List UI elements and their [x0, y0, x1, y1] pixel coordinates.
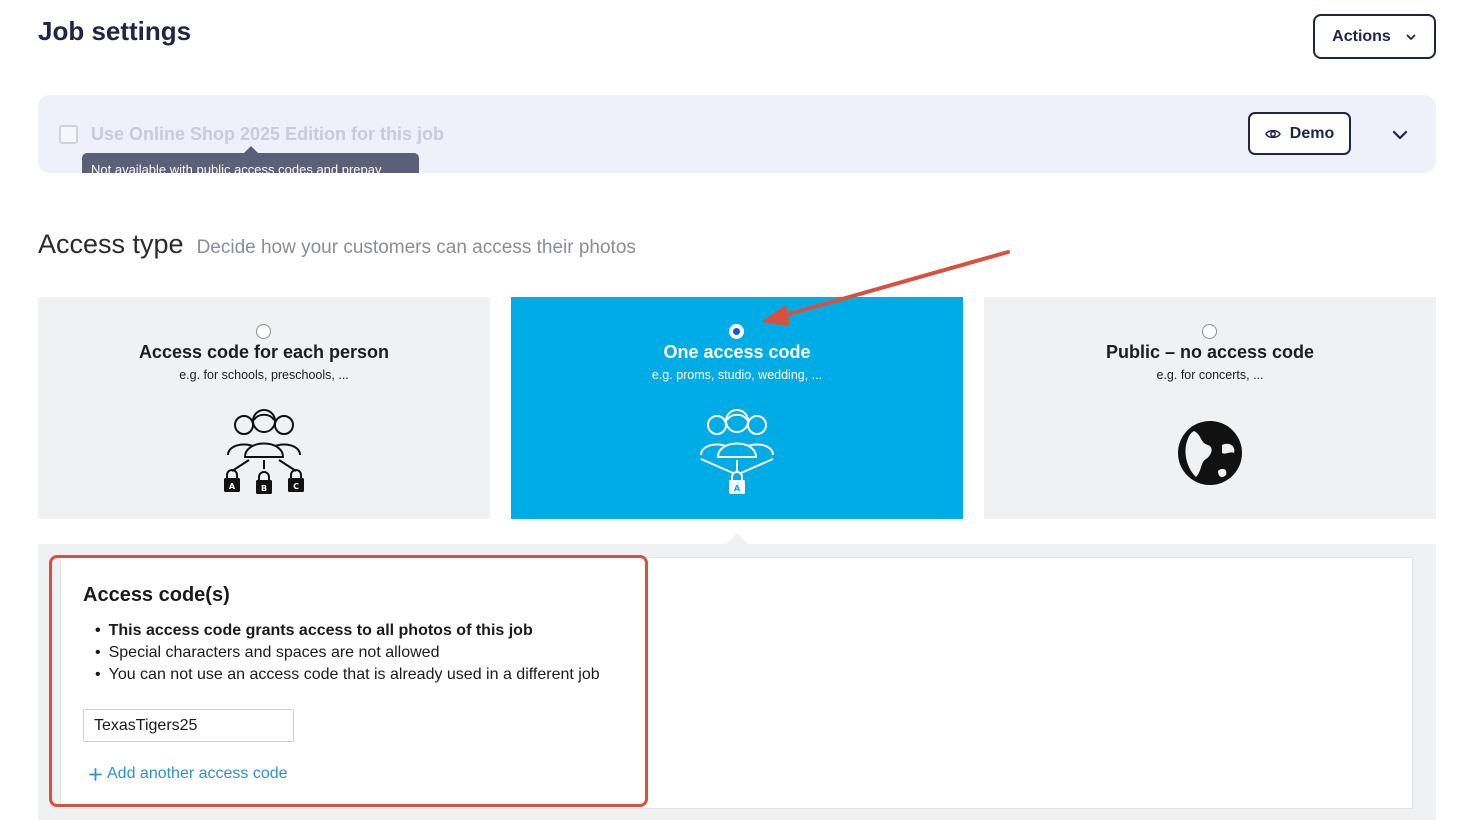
chevron-down-icon [1406, 34, 1416, 40]
chevron-down-icon [1392, 130, 1408, 140]
svg-text:A: A [734, 484, 741, 493]
radio-per-person[interactable] [256, 324, 271, 339]
plus-icon [89, 767, 102, 781]
add-access-code-link[interactable]: Add another access code [89, 765, 288, 783]
access-option-per-person[interactable]: Access code for each person e.g. for sch… [38, 297, 490, 519]
globe-icon [1178, 421, 1242, 485]
access-codes-title: Access code(s) [83, 584, 230, 606]
rule-item: This access code grants access to all ph… [95, 620, 600, 642]
svg-text:A: A [229, 482, 236, 491]
access-type-subtitle: Decide how your customers can access the… [196, 237, 636, 258]
online-shop-banner: Use Online Shop 2025 Edition for this jo… [38, 95, 1436, 173]
option-subtitle: e.g. proms, studio, wedding, ... [651, 368, 823, 382]
access-type-title: Access type [38, 229, 184, 259]
option-subtitle: e.g. for concerts, ... [1156, 368, 1264, 382]
actions-button[interactable]: Actions [1313, 14, 1436, 59]
group-single-lock-icon: A [700, 409, 774, 494]
access-option-one-code[interactable]: One access code e.g. proms, studio, wedd… [511, 297, 963, 519]
page-title: Job settings [38, 16, 192, 46]
option-title: Public – no access code [1105, 342, 1315, 362]
radio-one-code[interactable] [729, 324, 744, 339]
online-shop-label: Use Online Shop 2025 Edition for this jo… [91, 124, 445, 144]
access-code-rules: This access code grants access to all ph… [95, 620, 600, 686]
eye-icon [1264, 129, 1281, 138]
radio-public[interactable] [1202, 324, 1217, 339]
demo-label: Demo [1289, 124, 1335, 142]
option-title: One access code [663, 342, 811, 362]
svg-text:B: B [261, 484, 267, 493]
rule-item: You can not use an access code that is a… [95, 664, 600, 686]
disabled-tooltip: Not available with public access codes a… [82, 153, 419, 173]
access-code-input[interactable] [83, 709, 294, 742]
option-title: Access code for each person [138, 342, 390, 362]
group-individual-locks-icon: A B C [224, 409, 304, 494]
page-header: Job settings Actions [0, 0, 1471, 80]
access-type-heading: Access type Decide how your customers ca… [38, 229, 636, 260]
add-access-code-label: Add another access code [107, 765, 288, 782]
online-shop-checkbox[interactable] [59, 125, 78, 144]
demo-button[interactable]: Demo [1248, 112, 1351, 155]
selected-card-pointer [726, 533, 748, 544]
svg-text:C: C [293, 482, 299, 491]
tooltip-arrow [244, 146, 258, 153]
rule-item: Special characters and spaces are not al… [95, 642, 600, 664]
access-option-public[interactable]: Public – no access code e.g. for concert… [984, 297, 1436, 519]
banner-expand-toggle[interactable] [1388, 123, 1412, 147]
option-subtitle: e.g. for schools, preschools, ... [179, 368, 349, 382]
actions-label: Actions [1332, 27, 1391, 45]
